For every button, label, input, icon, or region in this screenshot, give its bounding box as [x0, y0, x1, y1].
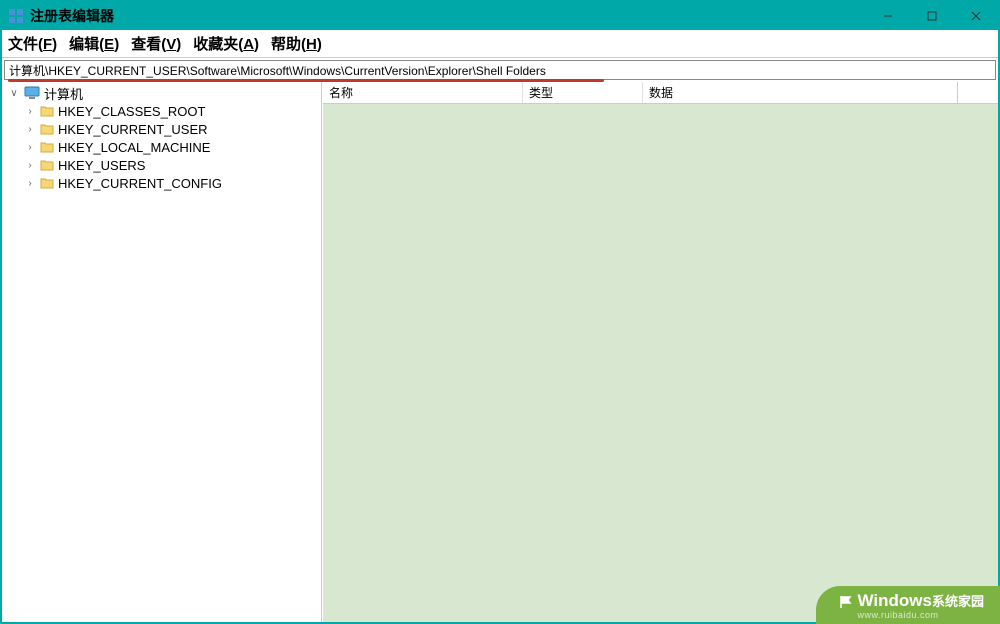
watermark: Windows系统家园 www.ruibaidu.com [816, 586, 1000, 624]
chevron-right-icon[interactable]: › [24, 160, 36, 171]
folder-icon [40, 177, 54, 189]
highlight-underline [8, 79, 604, 82]
menu-file[interactable]: 文件(F) [8, 33, 57, 54]
chevron-right-icon[interactable]: › [24, 178, 36, 189]
folder-icon [40, 105, 54, 117]
computer-icon [24, 86, 40, 100]
maximize-button[interactable] [910, 2, 954, 30]
column-type[interactable]: 类型 [523, 82, 643, 103]
window-controls [866, 2, 998, 30]
tree-root-label: 计算机 [44, 84, 83, 103]
close-button[interactable] [954, 2, 998, 30]
window-title: 注册表编辑器 [30, 6, 114, 26]
tree-item-label: HKEY_CURRENT_USER [58, 122, 208, 137]
menu-help[interactable]: 帮助(H) [271, 33, 322, 54]
tree-root[interactable]: ∨ 计算机 [2, 84, 321, 102]
chevron-right-icon[interactable]: › [24, 124, 36, 135]
chevron-right-icon[interactable]: › [24, 142, 36, 153]
watermark-url: www.ruibaidu.com [858, 611, 939, 621]
folder-icon [40, 159, 54, 171]
app-window: 注册表编辑器 文件(F) 编辑(E) 查看(V) 收藏夹(A) 帮助(H) ∨ … [0, 0, 1000, 624]
chevron-down-icon[interactable]: ∨ [8, 88, 20, 99]
watermark-text: Windows系统家园 [858, 592, 984, 611]
tree-item-label: HKEY_CURRENT_CONFIG [58, 176, 222, 191]
column-headers: 名称 类型 数据 [323, 82, 998, 104]
chevron-right-icon[interactable]: › [24, 106, 36, 117]
tree-item-label: HKEY_CLASSES_ROOT [58, 104, 205, 119]
address-input[interactable] [4, 60, 996, 80]
minimize-button[interactable] [866, 2, 910, 30]
menu-edit[interactable]: 编辑(E) [69, 33, 119, 54]
data-panel: 名称 类型 数据 [322, 82, 998, 622]
data-list[interactable] [323, 104, 998, 622]
tree-item-label: HKEY_USERS [58, 158, 145, 173]
menu-favorites[interactable]: 收藏夹(A) [193, 33, 259, 54]
folder-icon [40, 123, 54, 135]
tree-item[interactable]: › HKEY_USERS [2, 156, 321, 174]
flag-icon [838, 594, 854, 610]
address-bar [4, 60, 996, 80]
tree-item[interactable]: › HKEY_LOCAL_MACHINE [2, 138, 321, 156]
menu-view[interactable]: 查看(V) [131, 33, 181, 54]
menubar: 文件(F) 编辑(E) 查看(V) 收藏夹(A) 帮助(H) [2, 30, 998, 58]
app-icon [8, 8, 24, 24]
folder-icon [40, 141, 54, 153]
tree-item[interactable]: › HKEY_CURRENT_USER [2, 120, 321, 138]
tree-item[interactable]: › HKEY_CURRENT_CONFIG [2, 174, 321, 192]
tree-item[interactable]: › HKEY_CLASSES_ROOT [2, 102, 321, 120]
column-data[interactable]: 数据 [643, 82, 958, 103]
tree-panel[interactable]: ∨ 计算机 › HKEY_CLASSES_ROOT › HKEY_CURRENT… [2, 82, 322, 622]
column-name[interactable]: 名称 [323, 82, 523, 103]
titlebar[interactable]: 注册表编辑器 [2, 2, 998, 30]
main-content: ∨ 计算机 › HKEY_CLASSES_ROOT › HKEY_CURRENT… [2, 82, 998, 622]
tree-item-label: HKEY_LOCAL_MACHINE [58, 140, 210, 155]
